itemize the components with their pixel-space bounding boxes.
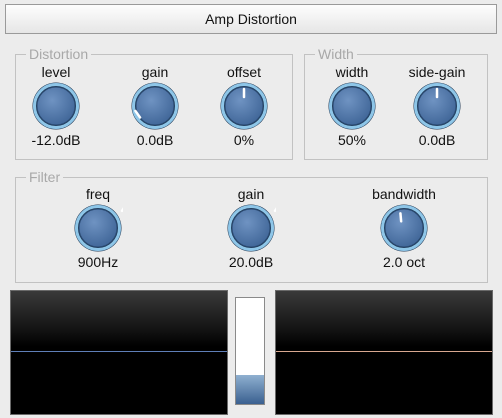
width-value: 50% (337, 132, 367, 148)
freq-control: freq 900Hz (53, 186, 143, 270)
filter-group-title: Filter (26, 169, 64, 185)
gain-knob[interactable] (130, 81, 180, 131)
filter-gain-value: 20.0dB (228, 254, 274, 270)
level-value: -12.0dB (31, 132, 81, 148)
distortion-group-title: Distortion (26, 46, 92, 62)
freq-knob[interactable] (73, 203, 123, 253)
window-title: Amp Distortion (205, 11, 297, 27)
left-scope-display (10, 290, 228, 415)
bandwidth-knob[interactable] (379, 203, 429, 253)
filter-gain-label: gain (237, 186, 265, 202)
right-scope-display (275, 290, 493, 415)
level-meter (235, 297, 265, 405)
offset-value: 0% (233, 132, 255, 148)
freq-label: freq (85, 186, 111, 202)
filter-group: Filter freq 900Hz gain 20.0dB bandwidth … (15, 169, 488, 283)
gain-control: gain 0.0dB (110, 64, 200, 148)
side-gain-knob[interactable] (412, 81, 462, 131)
width-group-title: Width (315, 46, 357, 62)
width-label: width (335, 64, 369, 80)
filter-gain-knob[interactable] (226, 203, 276, 253)
bandwidth-control: bandwidth 2.0 oct (359, 186, 449, 270)
level-control: level -12.0dB (11, 64, 101, 148)
offset-control: offset 0% (199, 64, 289, 148)
bandwidth-value: 2.0 oct (382, 254, 426, 270)
side-gain-control: side-gain 0.0dB (392, 64, 482, 148)
right-scope-trace (276, 351, 492, 352)
gain-label: gain (141, 64, 169, 80)
gain-value: 0.0dB (136, 132, 174, 148)
left-scope-trace (11, 351, 227, 352)
level-label: level (41, 64, 71, 80)
bandwidth-label: bandwidth (372, 186, 436, 202)
offset-label: offset (227, 64, 261, 80)
distortion-group: Distortion level -12.0dB gain 0.0dB offs… (15, 46, 293, 160)
offset-knob[interactable] (219, 81, 269, 131)
level-meter-fill (236, 375, 264, 404)
window-title-bar: Amp Distortion (5, 4, 497, 34)
side-gain-label: side-gain (408, 64, 466, 80)
width-group: Width width 50% side-gain 0.0dB (304, 46, 488, 160)
width-control: width 50% (307, 64, 397, 148)
width-knob[interactable] (327, 81, 377, 131)
freq-value: 900Hz (77, 254, 119, 270)
level-knob[interactable] (31, 81, 81, 131)
filter-gain-control: gain 20.0dB (206, 186, 296, 270)
side-gain-value: 0.0dB (418, 132, 456, 148)
